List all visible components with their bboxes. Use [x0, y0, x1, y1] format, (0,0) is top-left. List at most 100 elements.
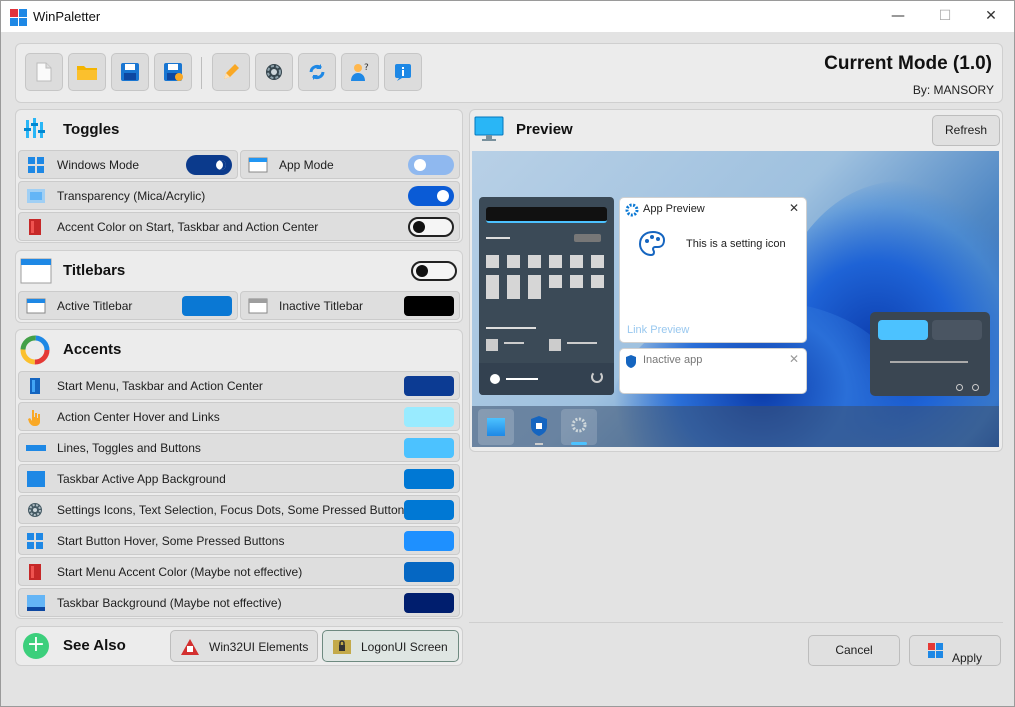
accent-on-start-toggle[interactable] [408, 217, 454, 237]
palette-icon [638, 230, 666, 257]
shield-icon [626, 355, 636, 368]
accent-color-swatch[interactable] [404, 376, 454, 396]
lines-icon [26, 445, 46, 451]
link-preview[interactable]: Link Preview [627, 324, 689, 336]
refresh-toolbar-button[interactable] [298, 53, 336, 91]
accent-color-swatch[interactable] [404, 562, 454, 582]
user-help-button[interactable]: ? [341, 53, 379, 91]
edit-pencil-icon [224, 64, 239, 79]
lock-screen-icon [333, 640, 351, 654]
toggle-knob [413, 221, 425, 233]
open-button[interactable] [68, 53, 106, 91]
settings-small-icon [625, 203, 639, 217]
apply-label: Apply [952, 651, 983, 665]
start-search-box [486, 207, 607, 223]
transparency-label: Transparency (Mica/Acrylic) [57, 189, 206, 203]
info-icon [395, 64, 411, 81]
start-menu-preview [479, 197, 614, 395]
line-mark [504, 342, 524, 344]
active-titlebar-label: Active Titlebar [57, 299, 133, 313]
accent-label: Taskbar Background (Maybe not effective) [57, 596, 282, 610]
windows-mode-toggle[interactable] [186, 155, 232, 175]
minimize-button[interactable]: — [875, 1, 921, 32]
windows-logo-icon [27, 533, 43, 549]
logonui-button[interactable]: LogonUI Screen [322, 630, 459, 662]
accents-heading: Accents [63, 341, 122, 358]
edit-button[interactable] [212, 53, 250, 91]
titlebars-toggle[interactable] [411, 261, 457, 281]
toggle-knob [416, 265, 428, 277]
active-window-icon [26, 298, 46, 314]
windows-logo-icon [487, 418, 505, 436]
new-file-button[interactable] [25, 53, 63, 91]
toggle-knob [437, 190, 449, 202]
pinned-apps-row [486, 285, 541, 299]
refresh-button[interactable]: Refresh [932, 115, 1000, 146]
app-mode-toggle[interactable] [408, 155, 454, 175]
transparency-toggle[interactable] [408, 186, 454, 206]
accent-color-swatch[interactable] [404, 469, 454, 489]
user-help-icon: ? [351, 63, 369, 81]
inactive-titlebar-row: Inactive Titlebar [240, 291, 460, 320]
inactive-titlebar-swatch[interactable] [404, 296, 454, 316]
action-center-preview [870, 312, 990, 396]
active-titlebar-swatch[interactable] [182, 296, 232, 316]
start-menu-icon [30, 378, 40, 394]
winpaletter-logo-icon [10, 9, 27, 26]
power-icon [591, 371, 603, 383]
accent-label: Action Center Hover and Links [57, 410, 220, 424]
cancel-button[interactable]: Cancel [808, 635, 900, 666]
accent-color-swatch[interactable] [404, 500, 454, 520]
current-mode-title: Current Mode (1.0) [824, 53, 992, 74]
save-button[interactable] [111, 53, 149, 91]
app-mode-row: App Mode [240, 150, 460, 179]
toolbar-separator [201, 57, 202, 89]
quick-toggle-off [932, 320, 982, 340]
accent-label: Settings Icons, Text Selection, Focus Do… [57, 503, 411, 517]
accent-color-swatch[interactable] [404, 531, 454, 551]
new-file-icon [36, 62, 52, 82]
save-as-button[interactable] [154, 53, 192, 91]
settings-button[interactable] [255, 53, 293, 91]
inactive-window-icon [248, 298, 268, 314]
app-preview-window: App Preview ✕ This is a setting icon Lin… [619, 197, 807, 343]
start-button [478, 409, 514, 445]
close-window-button[interactable]: ✕ [968, 1, 1014, 32]
app-window: WinPaletter — ☐ ✕ ? Current Mode (1.0) B… [0, 0, 1015, 707]
inactive-titlebar-label: Inactive Titlebar [279, 299, 364, 313]
window-title: WinPaletter [33, 9, 101, 24]
start-footer [479, 363, 614, 395]
preview-heading: Preview [516, 121, 573, 138]
dot-indicator [972, 384, 979, 391]
win32ui-label: Win32UI Elements [209, 640, 309, 654]
accent-color-swatch[interactable] [404, 593, 454, 613]
accent-label: Taskbar Active App Background [57, 472, 226, 486]
windows-logo-icon [28, 157, 44, 173]
maximize-button[interactable]: ☐ [922, 1, 968, 32]
sun-icon [414, 159, 426, 171]
author-label: By: MANSORY [912, 83, 994, 97]
accent-color-swatch[interactable] [404, 438, 454, 458]
footer-divider [469, 622, 1003, 623]
recent-item-icon [486, 339, 498, 351]
toggles-heading: Toggles [63, 121, 120, 138]
win32ui-button[interactable]: Win32UI Elements [170, 630, 318, 662]
running-indicator [535, 443, 543, 445]
logonui-label: LogonUI Screen [361, 640, 448, 654]
app-preview-title: App Preview [643, 203, 705, 215]
accent-label: Start Menu Accent Color (Maybe not effec… [57, 565, 303, 579]
transparency-icon [27, 189, 45, 203]
user-avatar [490, 374, 500, 384]
plus-icon: + [23, 633, 49, 659]
sliders-icon [24, 118, 45, 138]
svg-text:?: ? [364, 63, 369, 73]
line-mark [486, 327, 536, 329]
taskbar-icon [27, 595, 45, 611]
accent-color-swatch[interactable] [404, 407, 454, 427]
info-button[interactable] [384, 53, 422, 91]
accent-row: Action Center Hover and Links [18, 402, 460, 431]
active-indicator [571, 442, 587, 445]
apply-button[interactable]: Apply [909, 635, 1001, 666]
taskbar-app-icon [27, 471, 45, 487]
accent-label: Lines, Toggles and Buttons [57, 441, 201, 455]
